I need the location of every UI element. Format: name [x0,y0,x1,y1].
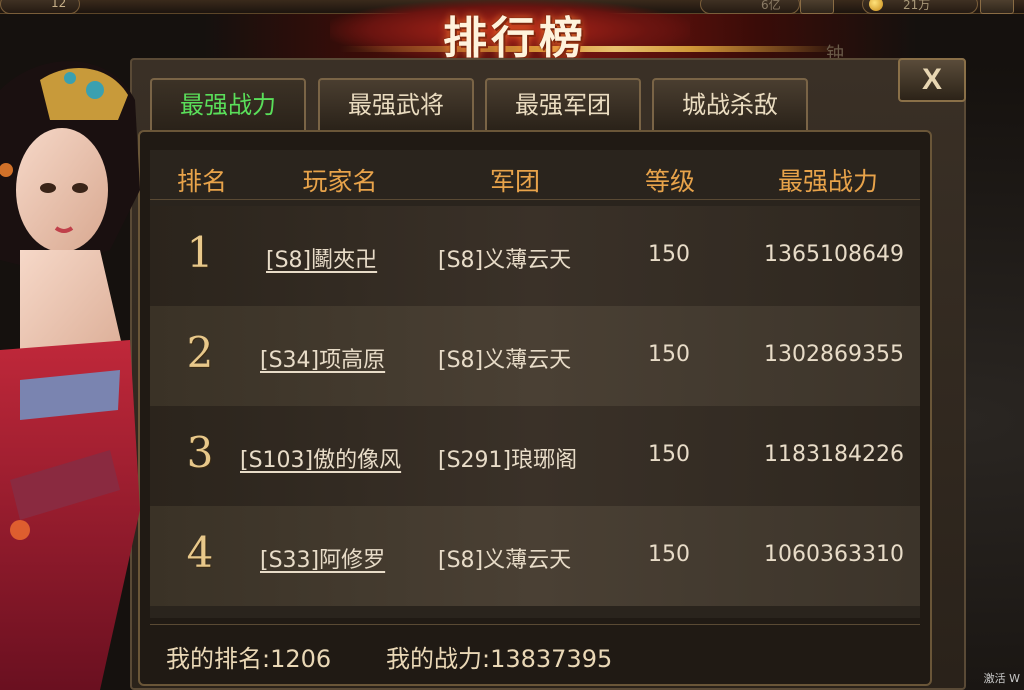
player-level: 150 [648,242,690,267]
tab-strongest-legion[interactable]: 最强军团 [485,78,641,130]
currency-value: 6亿 [761,0,781,12]
close-button[interactable]: X [898,58,966,102]
level-value: 12 [51,0,67,10]
player-level: 150 [648,442,690,467]
player-name-link[interactable]: [S8]鬬夾卍 [266,242,377,274]
tab-strongest-general[interactable]: 最强武将 [318,78,474,130]
add-gold-button[interactable] [980,0,1014,14]
player-power: 1060363310 [764,542,904,567]
gold-coin-icon [869,0,883,11]
tab-strongest-power[interactable]: 最强战力 [150,78,306,130]
player-level: 150 [648,342,690,367]
col-level: 等级 [644,167,695,196]
rank-number: 2 [186,328,214,377]
currency-pill: 6亿 [700,0,800,14]
player-power: 1365108649 [764,242,904,267]
tab-city-battle-kills[interactable]: 城战杀敌 [652,78,808,130]
table-row[interactable]: 4 [S33]阿修罗 [S8]义薄云天 150 1060363310 [150,506,920,606]
rank-number: 1 [186,228,214,277]
player-power: 1183184226 [764,442,904,467]
my-rank-text: 我的排名:1206 [166,645,332,673]
col-power: 最强战力 [777,167,878,196]
gold-value: 21万 [903,0,931,12]
player-power: 1302869355 [764,342,904,367]
table-row[interactable]: 1 [S8]鬬夾卍 [S8]义薄云天 150 1365108649 [150,206,920,306]
add-currency-button[interactable] [800,0,834,14]
gold-pill: 21万 [862,0,978,14]
col-legion: 军团 [489,167,540,196]
rank-number: 4 [186,528,214,577]
col-rank: 排名 [176,167,227,196]
table-header: 排名 玩家名 军团 等级 最强战力 [150,156,920,200]
character-portrait [0,61,140,690]
page-title: 排行榜 [443,13,587,64]
player-name-link[interactable]: [S103]傲的像风 [240,442,401,474]
legion-name: [S8]义薄云天 [438,348,572,373]
legion-name: [S8]义薄云天 [438,248,572,273]
rank-number: 3 [186,428,214,477]
player-name-link[interactable]: [S34]项高原 [260,342,385,374]
my-stats-footer: 我的排名:1206 我的战力:13837395 [150,624,920,680]
player-name-link[interactable]: [S33]阿修罗 [260,542,385,574]
player-level: 150 [648,542,690,567]
legion-name: [S291]琅琊阁 [438,448,578,473]
table-row[interactable]: 2 [S34]项高原 [S8]义薄云天 150 1302869355 [150,306,920,406]
game-scene: 12 6亿 21万 排行榜 钟 X 最强战力 最强武将 最强军团 城战杀敌 排名… [0,0,1024,690]
table-row[interactable]: 3 [S103]傲的像风 [S291]琅琊阁 150 1183184226 [150,406,920,506]
col-player: 玩家名 [302,167,378,196]
watermark-text: 激活 W [983,672,1020,685]
my-power-text: 我的战力:13837395 [386,645,613,673]
legion-name: [S8]义薄云天 [438,548,572,573]
level-pill: 12 [0,0,80,14]
